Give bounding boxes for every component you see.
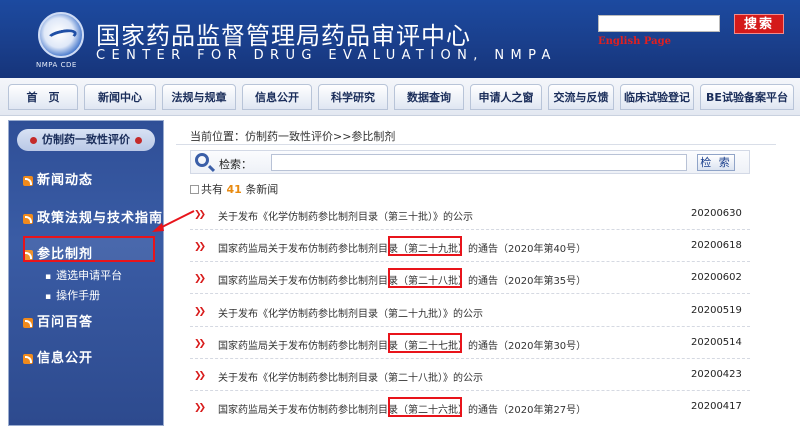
batch-highlight-box <box>388 397 462 417</box>
annotation-arrow-icon <box>152 210 195 232</box>
bullet-icon <box>30 136 37 144</box>
double-chevron-icon: ❯❯ <box>194 371 206 381</box>
double-chevron-icon: ❯❯ <box>194 339 206 349</box>
news-title[interactable]: 关于发布《化学仿制药参比制剂目录（第二十八批）》的公示 <box>218 369 483 384</box>
list-icon <box>190 185 199 194</box>
total-count: 共有 41 条新闻 <box>190 181 278 197</box>
nav-science-research[interactable]: 科学研究 <box>318 84 388 110</box>
sidebar-item-faq[interactable]: 百问百答 <box>23 311 93 330</box>
nav-news-center[interactable]: 新闻中心 <box>84 84 156 110</box>
total-suffix: 条新闻 <box>245 183 279 196</box>
news-date: 20200417 <box>691 401 742 412</box>
bullet-icon <box>135 136 142 144</box>
news-date: 20200514 <box>691 337 742 348</box>
news-date: 20200618 <box>691 240 742 251</box>
nav-regulations[interactable]: 法规与规章 <box>162 84 236 110</box>
news-title[interactable]: 关于发布《化学仿制药参比制剂目录（第二十九批）》的公示 <box>218 305 483 320</box>
site-title-cn: 国家药品监督管理局药品审评中心 <box>96 22 471 50</box>
active-item-highlight <box>23 236 155 262</box>
nav-clinical-trial-registration[interactable]: 临床试验登记 <box>620 84 694 110</box>
nav-info-disclosure[interactable]: 信息公开 <box>242 84 312 110</box>
divider <box>176 144 776 145</box>
batch-highlight-box <box>388 333 462 353</box>
sidebar: 仿制药一致性评价 新闻动态 政策法规与技术指南 参比制剂 遴选申请平台 操作手册… <box>8 120 164 426</box>
search-label: 检索： <box>219 158 252 171</box>
double-chevron-icon: ❯❯ <box>194 274 206 284</box>
news-item[interactable]: ❯❯ 国家药监局关于发布仿制药参比制剂目录（第二十七批）的通告（2020年第30… <box>194 336 754 352</box>
divider <box>190 229 750 230</box>
site-header: NMPA CDE 国家药品监督管理局药品审评中心 CENTER FOR DRUG… <box>0 0 800 78</box>
nav-data-query[interactable]: 数据查询 <box>394 84 464 110</box>
double-chevron-icon: ❯❯ <box>194 242 206 252</box>
news-item[interactable]: ❯❯ 国家药监局关于发布仿制药参比制剂目录（第二十六批）的通告（2020年第27… <box>194 400 754 416</box>
site-search-input[interactable] <box>598 15 720 32</box>
news-search-input[interactable] <box>271 154 687 171</box>
rss-icon <box>23 353 33 364</box>
divider <box>190 293 750 294</box>
batch-highlight-box <box>388 268 462 288</box>
divider <box>190 358 750 359</box>
breadcrumb: 当前位置：仿制药一致性评价>>参比制剂 <box>190 130 396 143</box>
news-date: 20200602 <box>691 272 742 283</box>
nav-be-trial-filing[interactable]: BE试验备案平台 <box>700 84 794 110</box>
news-date: 20200630 <box>691 208 742 219</box>
logo-caption: NMPA CDE <box>36 61 77 69</box>
sidebar-item-policy[interactable]: 政策法规与技术指南 <box>23 207 163 226</box>
sidebar-item-label: 政策法规与技术指南 <box>37 211 164 226</box>
nav-home[interactable]: 首 页 <box>8 84 78 110</box>
batch-highlight-box <box>388 236 462 256</box>
sidebar-header: 仿制药一致性评价 <box>17 129 155 151</box>
nmpa-logo-icon[interactable] <box>38 12 84 58</box>
site-search-button[interactable]: 搜索 <box>734 14 784 34</box>
magnifier-icon <box>195 153 209 167</box>
english-page-link[interactable]: English Page <box>598 36 671 47</box>
sidebar-item-label: 百问百答 <box>37 315 94 330</box>
news-search-button[interactable]: 检 索 <box>697 154 735 171</box>
divider <box>190 390 750 391</box>
divider <box>190 326 750 327</box>
site-title-en: CENTER FOR DRUG EVALUATION, NMPA <box>96 48 557 63</box>
news-item[interactable]: ❯❯ 国家药监局关于发布仿制药参比制剂目录（第二十八批）的通告（2020年第35… <box>194 271 754 287</box>
sidebar-header-label: 仿制药一致性评价 <box>42 133 130 146</box>
double-chevron-icon: ❯❯ <box>194 307 206 317</box>
rss-icon <box>23 317 33 328</box>
sidebar-item-news[interactable]: 新闻动态 <box>23 169 93 188</box>
double-chevron-icon: ❯❯ <box>194 210 206 220</box>
news-item[interactable]: ❯❯ 关于发布《化学仿制药参比制剂目录（第二十九批）》的公示 20200519 <box>194 304 754 320</box>
main-nav: 首 页 新闻中心 法规与规章 信息公开 科学研究 数据查询 申请人之窗 交流与反… <box>0 78 800 116</box>
news-search-bar: 检索： 检 索 <box>190 150 750 174</box>
news-item[interactable]: ❯❯ 关于发布《化学仿制药参比制剂目录（第三十批）》的公示 20200630 <box>194 207 754 223</box>
rss-icon <box>23 213 33 224</box>
double-chevron-icon: ❯❯ <box>194 403 206 413</box>
sidebar-subitem-manual[interactable]: 操作手册 <box>45 287 100 303</box>
rss-icon <box>23 175 33 186</box>
news-item[interactable]: ❯❯ 关于发布《化学仿制药参比制剂目录（第二十八批）》的公示 20200423 <box>194 368 754 384</box>
total-count-number: 41 <box>226 183 242 196</box>
sidebar-item-label: 信息公开 <box>37 351 94 366</box>
news-date: 20200423 <box>691 369 742 380</box>
news-date: 20200519 <box>691 305 742 316</box>
total-prefix: 共有 <box>201 183 223 196</box>
nav-applicant-window[interactable]: 申请人之窗 <box>470 84 542 110</box>
divider <box>190 261 750 262</box>
news-title[interactable]: 关于发布《化学仿制药参比制剂目录（第三十批）》的公示 <box>218 208 473 223</box>
news-item[interactable]: ❯❯ 国家药监局关于发布仿制药参比制剂目录（第二十九批）的通告（2020年第40… <box>194 239 754 255</box>
nav-communication-feedback[interactable]: 交流与反馈 <box>548 84 614 110</box>
sidebar-subitem-selection-platform[interactable]: 遴选申请平台 <box>45 267 122 283</box>
sidebar-item-label: 新闻动态 <box>37 173 94 188</box>
sidebar-item-info-disclosure[interactable]: 信息公开 <box>23 347 93 366</box>
